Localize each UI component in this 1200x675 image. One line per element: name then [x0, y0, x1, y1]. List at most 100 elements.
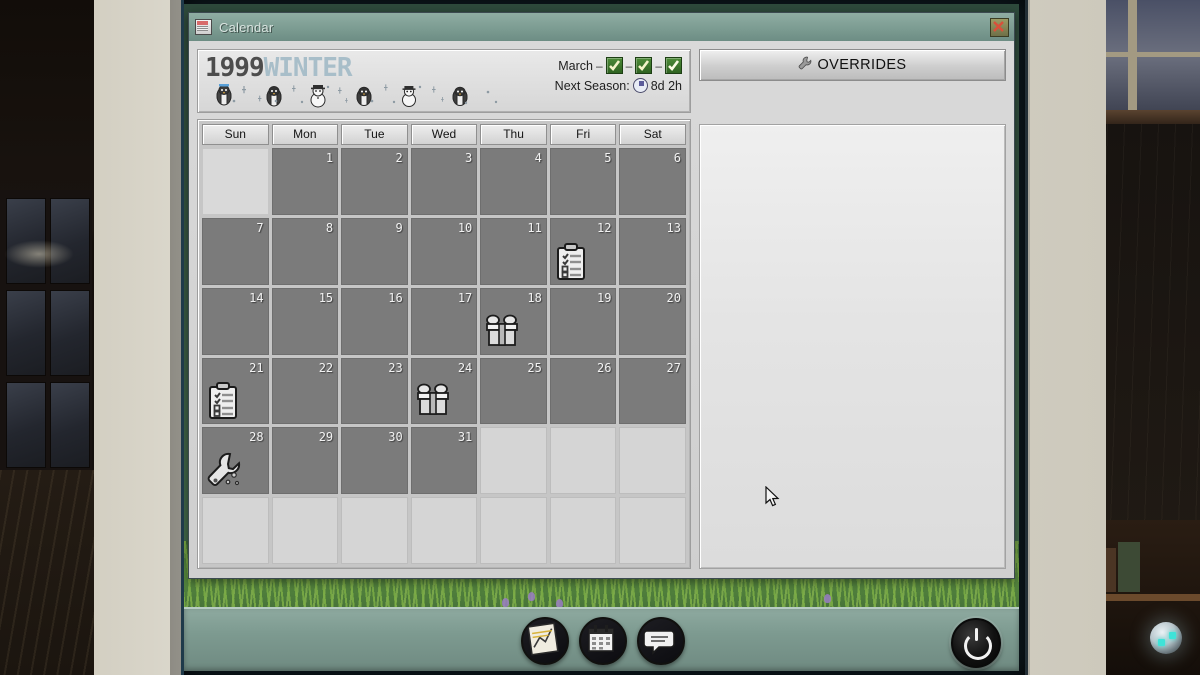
dash-2: –: [625, 58, 633, 73]
calendar-day-28[interactable]: 28: [202, 427, 269, 495]
day-number: 11: [527, 220, 542, 235]
calendar-day-30[interactable]: 30: [341, 427, 408, 495]
calendar-day-25[interactable]: 25: [480, 357, 547, 425]
window-title: Calendar: [219, 19, 274, 35]
month-check-2[interactable]: [635, 57, 653, 74]
calendar-day-empty: [341, 497, 408, 564]
taskbar-chart-icon[interactable]: [521, 617, 569, 665]
calendar-grid: Sun Mon Tue Wed Thu Fri Sat 1 2 3 4 5 6 7 8 9 10 11 12 13…: [197, 119, 691, 569]
mouse-cursor: [765, 486, 780, 507]
day-number: 29: [318, 430, 334, 445]
calendar-week-row: 7 8 9 10 11 12 13: [202, 217, 686, 285]
winter-decoration: [216, 84, 498, 108]
day-number: 13: [666, 220, 681, 235]
weekday-header-row: Sun Mon Tue Wed Thu Fri Sat: [202, 124, 686, 145]
calendar-day-2[interactable]: 2: [341, 148, 408, 215]
weekday-header-sun[interactable]: Sun: [202, 124, 269, 145]
day-number: 22: [318, 360, 334, 375]
day-number: 20: [666, 290, 681, 305]
overrides-button[interactable]: OVERRIDES: [699, 49, 1006, 81]
floor-texture: [0, 470, 96, 675]
calendar-day-24[interactable]: 24: [410, 357, 478, 425]
gift-icon[interactable]: [484, 313, 519, 351]
calendar-day-26[interactable]: 26: [549, 357, 617, 425]
day-number: 25: [527, 360, 542, 375]
calendar-day-9[interactable]: 9: [341, 217, 408, 285]
weekday-header-tue[interactable]: Tue: [341, 124, 408, 145]
calendar-day-18[interactable]: 18: [480, 287, 547, 355]
screenshot-root: Calendar 1999WINTER March – – – Next Sea…: [0, 0, 1200, 675]
day-number: 16: [388, 290, 403, 305]
calendar-day-10[interactable]: 10: [410, 217, 478, 285]
month-row: March – – –: [514, 56, 682, 75]
day-number: 19: [596, 290, 612, 305]
calendar-day-empty: [619, 497, 686, 564]
day-number: 5: [604, 151, 612, 165]
day-number: 26: [596, 360, 612, 375]
calendar-day-29[interactable]: 29: [271, 427, 339, 495]
window-titlebar[interactable]: Calendar: [189, 13, 1014, 42]
day-number: 3: [465, 151, 473, 165]
season-banner: 1999WINTER March – – – Next Season: 8d 2…: [197, 49, 691, 113]
room-right-wall: [1090, 0, 1200, 675]
calendar-day-empty: [619, 427, 686, 495]
calendar-week-row: 14 15 16 17 18 19 20: [202, 287, 686, 355]
gift-icon[interactable]: [415, 382, 449, 420]
weekday-header-fri[interactable]: Fri: [549, 124, 617, 145]
day-number: 4: [534, 151, 542, 165]
calendar-day-14[interactable]: 14: [202, 287, 269, 355]
calendar-day-13[interactable]: 13: [619, 217, 686, 285]
next-season-label: Next Season:: [554, 78, 630, 93]
window-glow: [4, 240, 74, 268]
right-window: [1090, 0, 1200, 115]
calendar-day-1[interactable]: 1: [271, 148, 339, 215]
month-check-1[interactable]: [605, 57, 623, 74]
year-text: 1999: [205, 53, 265, 83]
calendar-day-31[interactable]: 31: [410, 427, 478, 495]
calendar-day-22[interactable]: 22: [271, 357, 339, 425]
calendar-day-17[interactable]: 17: [410, 287, 478, 355]
calendar-day-6[interactable]: 6: [619, 148, 686, 215]
day-number: 14: [249, 290, 264, 305]
month-check-3[interactable]: [665, 57, 682, 74]
season-status: March – – – Next Season: 8d 2h: [514, 50, 690, 112]
day-number: 7: [256, 220, 264, 235]
taskbar-chat-icon[interactable]: [637, 617, 685, 665]
weekday-header-mon[interactable]: Mon: [271, 124, 339, 145]
day-number: 23: [388, 360, 403, 375]
clipboard-icon[interactable]: [206, 382, 240, 420]
calendar-day-16[interactable]: 16: [341, 287, 408, 355]
calendar-day-19[interactable]: 19: [549, 287, 617, 355]
calendar-day-3[interactable]: 3: [410, 148, 478, 215]
weekday-header-sat[interactable]: Sat: [619, 124, 686, 145]
wrench-icon[interactable]: [206, 452, 241, 490]
calendar-day-8[interactable]: 8: [271, 217, 339, 285]
calendar-day-12[interactable]: 12: [549, 217, 617, 285]
taskbar-calendar-icon[interactable]: [579, 617, 627, 665]
calendar-day-4[interactable]: 4: [480, 148, 547, 215]
calendar-day-20[interactable]: 20: [619, 287, 686, 355]
calendar-day-5[interactable]: 5: [549, 148, 617, 215]
overrides-panel[interactable]: [699, 124, 1006, 569]
calendar-day-27[interactable]: 27: [619, 357, 686, 425]
weekday-header-thu[interactable]: Thu: [480, 124, 547, 145]
window-sill: [1090, 110, 1200, 124]
clipboard-icon[interactable]: [554, 242, 588, 281]
calendar-day-15[interactable]: 15: [271, 287, 339, 355]
day-number: 24: [457, 360, 473, 375]
season-text: WINTER: [263, 53, 353, 83]
calendar-app-icon: [195, 19, 212, 35]
calendar-day-23[interactable]: 23: [341, 357, 408, 425]
day-number: 10: [457, 220, 473, 235]
close-icon[interactable]: [990, 18, 1009, 37]
right-paneling-texture: [1090, 124, 1200, 554]
calendar-window: Calendar 1999WINTER March – – – Next Sea…: [188, 12, 1015, 579]
weekday-header-wed[interactable]: Wed: [410, 124, 478, 145]
calendar-day-empty: [202, 497, 269, 564]
power-icon[interactable]: [951, 618, 1001, 668]
calendar-day-7[interactable]: 7: [202, 217, 269, 285]
calendar-day-11[interactable]: 11: [480, 217, 547, 285]
calendar-day-21[interactable]: 21: [202, 357, 269, 425]
calendar-week-row: 1 2 3 4 5 6: [202, 148, 686, 215]
day-number: 18: [527, 290, 542, 305]
